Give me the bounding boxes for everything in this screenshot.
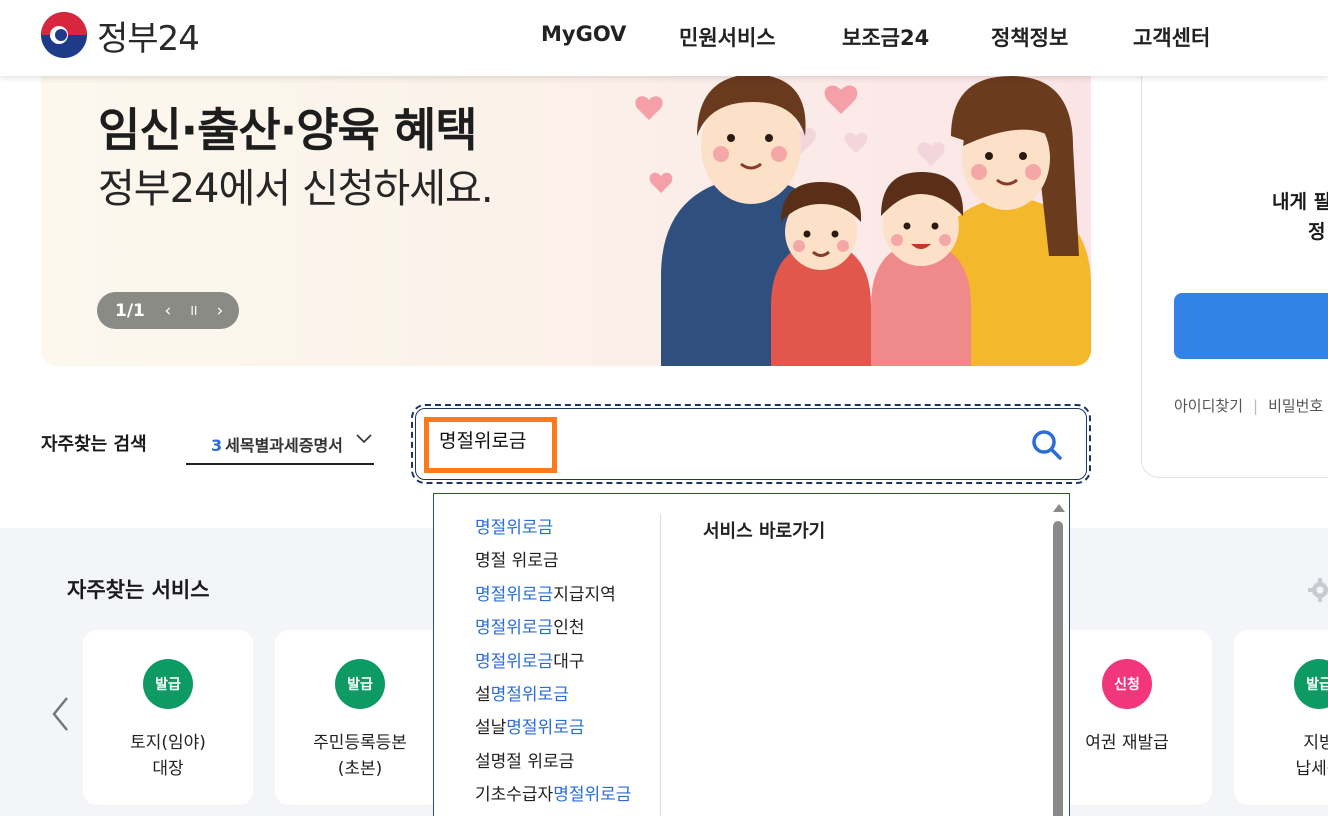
suggestion-item[interactable]: 설명절위로금 (475, 680, 631, 713)
suggestion-hl-text: 명절위로금 (506, 718, 585, 739)
logo[interactable]: 정부24 (41, 12, 200, 59)
frequent-search-term: 세목별과세증명서 (225, 436, 343, 455)
main-banner[interactable]: 임신·출산·양육 혜택 정부24에서 신청하세요. 1/1 ‹ II › (41, 76, 1091, 366)
service-card-land-register[interactable]: 발급 토지(임야) 대장 (83, 630, 253, 805)
suggestion-pre-text: 기초수급자 (475, 785, 554, 806)
frequent-search-select[interactable]: 3 세목별과세증명서 (186, 428, 374, 465)
suggestion-list: 명절위로금 명절 위로금 명절위로금지급지역 명절위로금인천 명절위로금대구 설명절위로금… (475, 513, 631, 814)
service-card-label: 주민등록등본 (초본) (275, 730, 445, 782)
suggestion-item[interactable]: 명절위로금 (475, 513, 631, 546)
service-card-label: 토지(임야) 대장 (83, 730, 253, 782)
suggestion-hl-text: 명절위로금 (475, 584, 554, 605)
banner-subtitle: 정부24에서 신청하세요. (98, 166, 494, 212)
suggestion-post-text: 대구 (553, 651, 585, 672)
banner-next-button[interactable]: › (207, 301, 233, 321)
issue-badge: 발급 (143, 659, 193, 709)
suggestion-post-text: 인천 (553, 618, 585, 639)
dropdown-scrollbar[interactable] (1048, 500, 1068, 816)
autocomplete-dropdown: 명절위로금 명절 위로금 명절위로금지급지역 명절위로금인천 명절위로금대구 설명절위로금… (433, 493, 1070, 816)
nav-subsidy24[interactable]: 보조금24 (842, 22, 929, 52)
find-id-link[interactable]: 아이디찾기 (1174, 397, 1243, 415)
service-shortcut-title: 서비스 바로가기 (703, 521, 826, 542)
suggestion-item[interactable]: 명절위로금지급지역 (475, 580, 631, 613)
nav-policy-info[interactable]: 정책정보 (991, 22, 1068, 52)
login-message-line1: 내게 필 (1272, 191, 1328, 213)
suggestion-pre-text: 명절 위로금 (475, 551, 559, 572)
suggestion-hl-text: 명절위로금 (475, 651, 554, 672)
page: 정부24 MyGOV 민원서비스 보조금24 정책정보 고객센터 임신·출산·양… (0, 0, 1328, 816)
login-message-line2: 정 (1308, 221, 1326, 243)
site-header: 정부24 MyGOV 민원서비스 보조금24 정책정보 고객센터 (0, 0, 1328, 76)
banner-counter: 1/1 (115, 300, 145, 321)
search-input[interactable]: 명절위로금 (424, 417, 557, 473)
suggestion-item[interactable]: 기초수급자명절위로금 (475, 780, 631, 813)
banner-prev-button[interactable]: ‹ (155, 301, 181, 321)
suggestion-pre-text: 설 (475, 684, 491, 705)
suggestion-pre-text: 설명절 위로금 (475, 751, 575, 772)
login-button[interactable] (1174, 293, 1328, 359)
nav-customer-center[interactable]: 고객센터 (1133, 22, 1210, 52)
suggestion-item[interactable]: 명절위로금인천 (475, 613, 631, 646)
service-card-label-line1: 지방 (1303, 733, 1328, 753)
logo-text: 정부24 (97, 18, 200, 59)
taegeuk-logo-icon (41, 12, 87, 58)
gear-icon[interactable] (1308, 578, 1328, 602)
scroll-thumb[interactable] (1053, 521, 1063, 816)
service-card-resident-register[interactable]: 발급 주민등록등본 (초본) (275, 630, 445, 805)
login-panel: 내게 필 정 아이디찾기 | 비밀번호 (1141, 60, 1328, 478)
service-card-label: 지방 납세증 (1234, 730, 1328, 782)
login-links: 아이디찾기 | 비밀번호 (1174, 395, 1323, 416)
suggestion-item[interactable]: 설날명절위로금 (475, 713, 631, 746)
banner-pause-button[interactable]: II (181, 304, 207, 318)
frequent-search-rank: 3 (211, 436, 223, 455)
service-card-label-line2: (초본) (337, 759, 383, 779)
dropdown-divider (660, 514, 661, 816)
frequent-services-title: 자주찾는 서비스 (67, 578, 210, 602)
nav-civil-service[interactable]: 민원서비스 (679, 22, 776, 52)
suggestion-item[interactable]: 명절 위로금 (475, 546, 631, 579)
link-separator: | (1253, 397, 1259, 415)
suggestion-hl-text: 명절위로금 (475, 618, 554, 639)
family-illustration (635, 76, 1091, 366)
frequent-search-label: 자주찾는 검색 (41, 434, 147, 455)
service-card-local-tax[interactable]: 발급 지방 납세증 (1234, 630, 1328, 805)
suggestion-hl-text: 명절위로금 (553, 785, 632, 806)
suggestion-post-text: 지급지역 (553, 584, 616, 605)
suggestion-item[interactable]: 명절위로금대구 (475, 647, 631, 680)
chevron-down-icon (356, 434, 372, 444)
suggestion-pre-text: 설날 (475, 718, 507, 739)
service-card-label-line1: 주민등록등본 (313, 733, 407, 753)
service-card-label-line2: 납세증 (1295, 759, 1328, 779)
suggestion-hl-text: 명절위로금 (475, 518, 554, 538)
banner-title: 임신·출산·양육 혜택 (98, 103, 478, 157)
chevron-left-icon[interactable] (50, 696, 70, 732)
find-password-link[interactable]: 비밀번호 (1268, 397, 1323, 415)
apply-badge: 신청 (1102, 659, 1152, 709)
suggestion-item[interactable]: 설명절 위로금 (475, 747, 631, 780)
issue-badge: 발급 (1294, 659, 1328, 709)
nav-mygov[interactable]: MyGOV (541, 22, 626, 46)
search-icon[interactable] (1030, 428, 1064, 462)
search-box[interactable]: 명절위로금 (411, 404, 1091, 484)
service-card-label-line1: 토지(임야) (130, 733, 206, 753)
banner-controls: 1/1 ‹ II › (97, 292, 239, 329)
scroll-up-arrow-icon[interactable] (1053, 504, 1065, 512)
suggestion-hl-text: 명절위로금 (490, 684, 569, 705)
issue-badge: 발급 (335, 659, 385, 709)
service-card-label-line2: 대장 (152, 759, 184, 779)
